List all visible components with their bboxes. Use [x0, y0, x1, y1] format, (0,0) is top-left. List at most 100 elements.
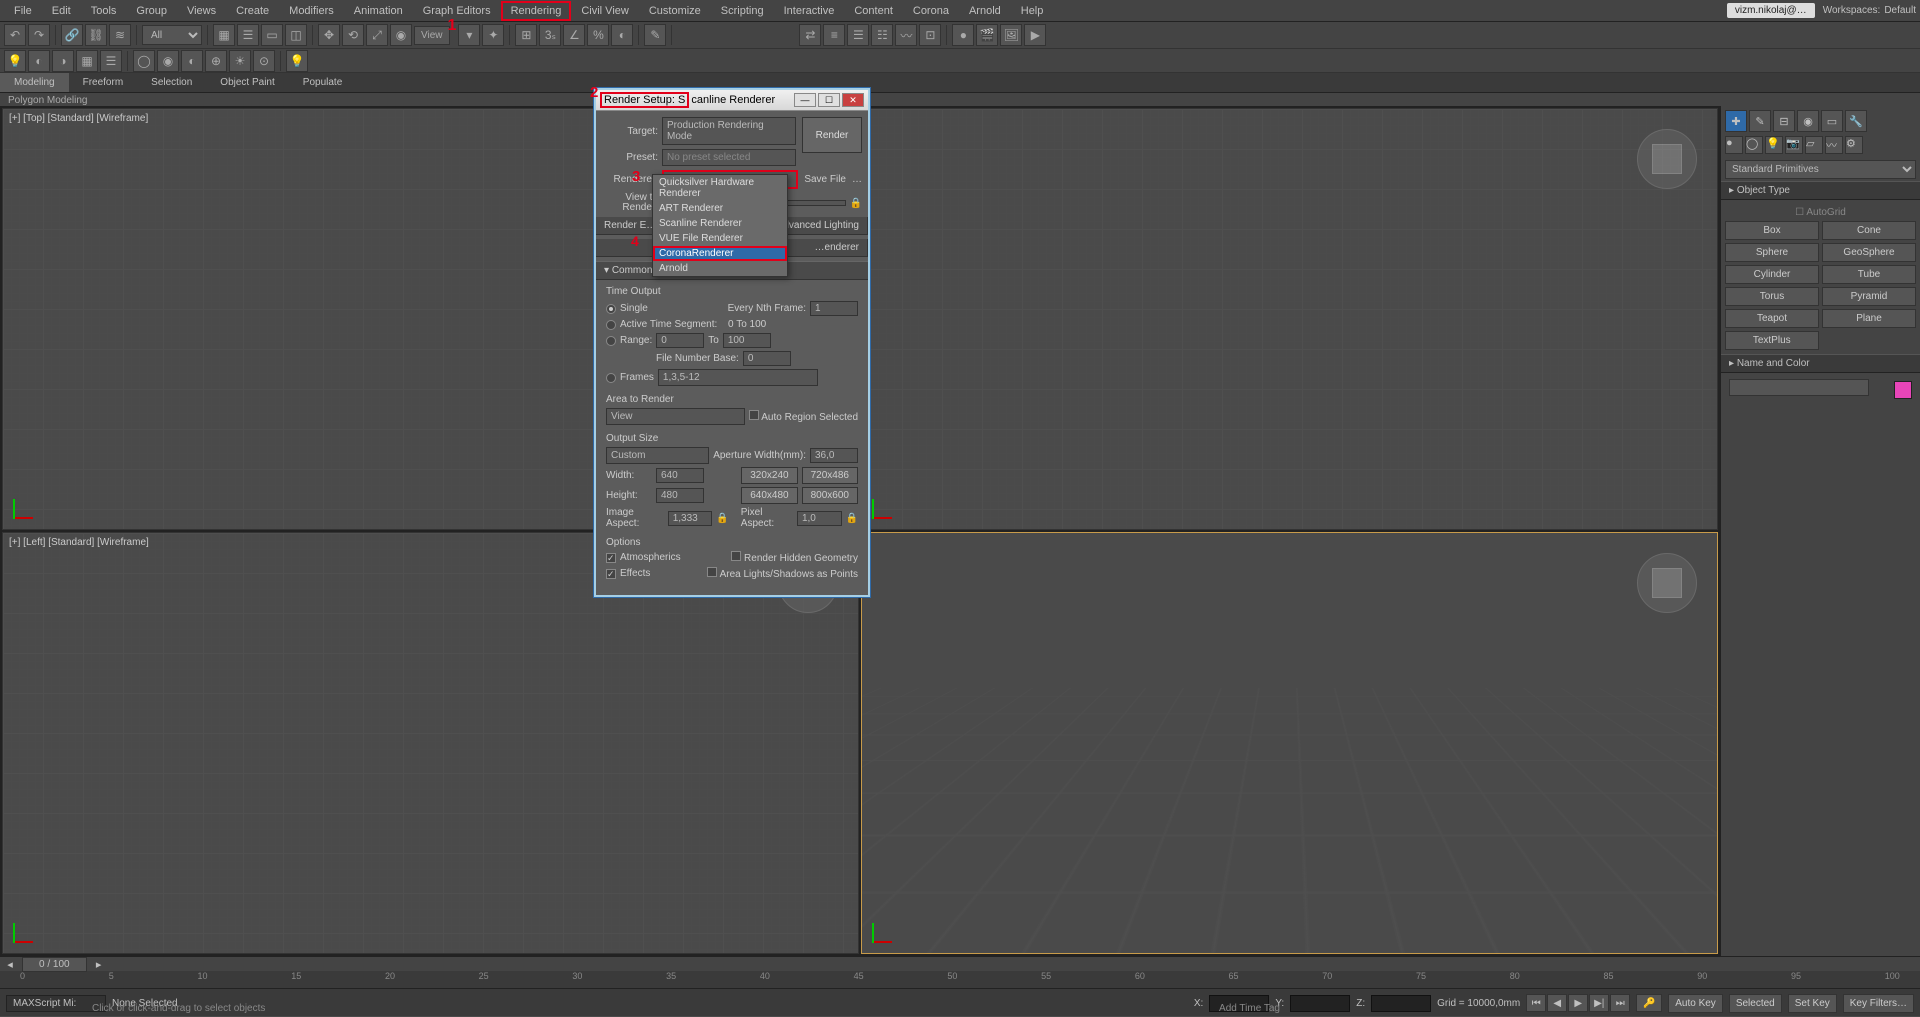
ribbon-selection[interactable]: Selection	[137, 73, 206, 92]
selected-button[interactable]: Selected	[1729, 994, 1782, 1013]
sphere-button[interactable]: Sphere	[1725, 243, 1819, 262]
rotate-icon[interactable]: ⟲	[342, 24, 364, 46]
redo-icon[interactable]: ↷	[28, 24, 50, 46]
atmos-check[interactable]	[606, 553, 616, 563]
user-account[interactable]: vizm.nikolaj@…	[1727, 3, 1815, 18]
renderer-opt-scanline[interactable]: Scanline Renderer	[653, 216, 787, 231]
renderer-opt-corona[interactable]: CoronaRenderer	[653, 246, 787, 261]
sub10-icon[interactable]: ☀	[229, 50, 251, 72]
autoregion-check[interactable]	[749, 410, 759, 420]
imgaspect-lock-icon[interactable]: 🔒	[716, 513, 728, 524]
spacewarps-icon[interactable]: 〰	[1825, 136, 1843, 154]
shapes-icon[interactable]: ◯	[1745, 136, 1763, 154]
close-icon[interactable]: ✕	[842, 93, 864, 107]
range-from-input[interactable]: 0	[656, 333, 704, 348]
ribbon-freeform[interactable]: Freeform	[69, 73, 138, 92]
menu-scripting[interactable]: Scripting	[711, 1, 774, 21]
bind-icon[interactable]: ≋	[109, 24, 131, 46]
width-input[interactable]: 640	[656, 468, 704, 483]
sub6-icon[interactable]: ◯	[133, 50, 155, 72]
render-frame-icon[interactable]: 🖼	[1000, 24, 1022, 46]
imgaspect-input[interactable]: 1,333	[668, 511, 713, 526]
renderer-opt-quicksilver[interactable]: Quicksilver Hardware Renderer	[653, 175, 787, 201]
mirror-icon[interactable]: ⇄	[799, 24, 821, 46]
minimize-icon[interactable]: —	[794, 93, 816, 107]
render-setup-icon[interactable]: 🎬	[976, 24, 998, 46]
angle-snap-icon[interactable]: ∠	[563, 24, 585, 46]
utilities-tab-icon[interactable]: 🔧	[1845, 110, 1867, 132]
y-input[interactable]	[1290, 995, 1350, 1012]
sub2-icon[interactable]: ◐	[28, 50, 50, 72]
dlg-tab-renderer[interactable]: …enderer	[807, 239, 868, 256]
move-icon[interactable]: ✥	[318, 24, 340, 46]
object-name-input[interactable]	[1729, 379, 1869, 396]
hierarchy-tab-icon[interactable]: ⊟	[1773, 110, 1795, 132]
sub11-icon[interactable]: ⊙	[253, 50, 275, 72]
name-color-header[interactable]: ▸ Name and Color	[1721, 354, 1920, 373]
motion-tab-icon[interactable]: ◉	[1797, 110, 1819, 132]
savefile-label[interactable]: Save File	[802, 174, 848, 185]
lock-icon[interactable]: 🔒	[850, 198, 862, 209]
layer2-icon[interactable]: ☷	[871, 24, 893, 46]
select-icon[interactable]: ▦	[213, 24, 235, 46]
aperture-input[interactable]: 36,0	[810, 448, 858, 463]
lights-icon[interactable]: 💡	[1765, 136, 1783, 154]
sub12-icon[interactable]: 💡	[286, 50, 308, 72]
schematic-icon[interactable]: ⊡	[919, 24, 941, 46]
menu-modifiers[interactable]: Modifiers	[279, 1, 344, 21]
ribbon-modeling[interactable]: Modeling	[0, 73, 69, 92]
pivot-icon[interactable]: ▾	[458, 24, 480, 46]
keyfilters-button[interactable]: Key Filters…	[1843, 994, 1914, 1013]
menu-help[interactable]: Help	[1011, 1, 1054, 21]
z-input[interactable]	[1371, 995, 1431, 1012]
menu-civil-view[interactable]: Civil View	[571, 1, 638, 21]
torus-button[interactable]: Torus	[1725, 287, 1819, 306]
output-size-select[interactable]: Custom	[606, 447, 709, 464]
cylinder-button[interactable]: Cylinder	[1725, 265, 1819, 284]
timeline-next-icon[interactable]: ▸	[89, 958, 109, 971]
unlink-icon[interactable]: ⛓	[85, 24, 107, 46]
preset-select[interactable]: No preset selected	[662, 149, 796, 166]
pixaspect-input[interactable]: 1,0	[797, 511, 842, 526]
category-select[interactable]: Standard Primitives	[1725, 160, 1916, 179]
ribbon-object-paint[interactable]: Object Paint	[206, 73, 288, 92]
textplus-button[interactable]: TextPlus	[1725, 331, 1819, 350]
menu-file[interactable]: File	[4, 1, 42, 21]
helpers-icon[interactable]: ▱	[1805, 136, 1823, 154]
goto-start-icon[interactable]: ⏮	[1526, 994, 1546, 1012]
geometry-icon[interactable]: ●	[1725, 136, 1743, 154]
height-input[interactable]: 480	[656, 488, 704, 503]
scale-icon[interactable]: ⤢	[366, 24, 388, 46]
area-select[interactable]: View	[606, 408, 745, 425]
renderer-opt-vue[interactable]: VUE File Renderer	[653, 231, 787, 246]
dialog-titlebar[interactable]: 2 Render Setup: Scanline Renderer — ☐ ✕	[596, 90, 868, 111]
every-nth-input[interactable]: 1	[810, 301, 858, 316]
single-radio[interactable]	[606, 304, 616, 314]
geosphere-button[interactable]: GeoSphere	[1822, 243, 1916, 262]
menu-interactive[interactable]: Interactive	[774, 1, 845, 21]
window-crossing-icon[interactable]: ◫	[285, 24, 307, 46]
menu-views[interactable]: Views	[177, 1, 226, 21]
key-mode-icon[interactable]: 🔑	[1636, 994, 1662, 1012]
autogrid-checkbox[interactable]: ☐ AutoGrid	[1725, 204, 1916, 221]
render-button[interactable]: Render	[802, 117, 862, 153]
box-button[interactable]: Box	[1725, 221, 1819, 240]
sub5-icon[interactable]: ☰	[100, 50, 122, 72]
maximize-icon[interactable]: ☐	[818, 93, 840, 107]
preset-640[interactable]: 640x480	[741, 487, 797, 504]
timeline-prev-icon[interactable]: ◂	[0, 958, 20, 971]
selection-filter[interactable]: All	[142, 25, 202, 45]
create-tab-icon[interactable]: ✚	[1725, 110, 1747, 132]
effects-check[interactable]	[606, 569, 616, 579]
arealights-check[interactable]	[707, 567, 717, 577]
filebase-input[interactable]: 0	[743, 351, 791, 366]
range-radio[interactable]	[606, 336, 616, 346]
timeline-ruler[interactable]: 0510152025303540455055606570758085909510…	[0, 971, 1920, 989]
sub4-icon[interactable]: ▦	[76, 50, 98, 72]
viewcube-icon[interactable]	[1637, 129, 1697, 189]
object-type-header[interactable]: ▸ Object Type	[1721, 181, 1920, 200]
menu-content[interactable]: Content	[844, 1, 903, 21]
play-icon[interactable]: ▶	[1568, 994, 1588, 1012]
layer-icon[interactable]: ☰	[847, 24, 869, 46]
renderer-opt-arnold[interactable]: Arnold	[653, 261, 787, 276]
